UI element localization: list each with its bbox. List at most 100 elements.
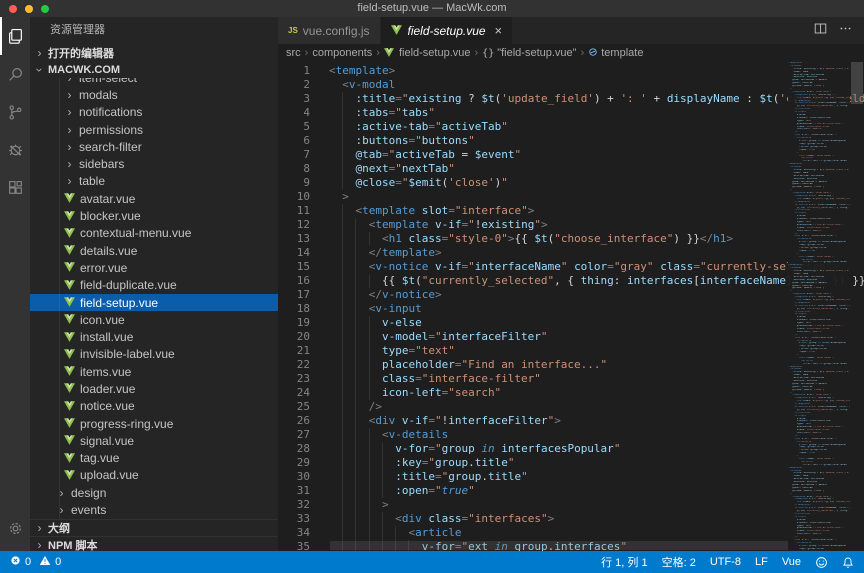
- tab-vue-config-js[interactable]: JS vue.config.js: [278, 17, 381, 44]
- minimize-window-button[interactable]: [25, 5, 33, 13]
- code-line[interactable]: 31:open="true": [278, 484, 864, 498]
- breadcrumb-src[interactable]: src: [286, 47, 301, 59]
- code-editor[interactable]: 1<template>2<v-modal3:title="existing ? …: [278, 62, 864, 551]
- code-line[interactable]: 27<v-details: [278, 428, 864, 442]
- tree-item-file[interactable]: invisible-label.vue: [30, 346, 278, 363]
- tree-item-folder[interactable]: ›modals: [30, 86, 278, 103]
- tree-item-folder[interactable]: ›search-filter: [30, 138, 278, 155]
- line-number: 25: [278, 400, 310, 414]
- section-npm-scripts[interactable]: › NPM 脚本: [30, 536, 278, 551]
- tree-item-file[interactable]: field-setup.vue: [30, 294, 278, 311]
- code-line[interactable]: 21type="text": [278, 344, 864, 358]
- breadcrumb-module[interactable]: {} "field-setup.vue": [482, 47, 576, 59]
- horizontal-scrollbar[interactable]: [330, 541, 788, 550]
- code-line[interactable]: 24icon-left="search": [278, 386, 864, 400]
- code-line[interactable]: 19v-else: [278, 316, 864, 330]
- more-actions-icon[interactable]: [839, 22, 852, 40]
- tree-item-file[interactable]: error.vue: [30, 259, 278, 276]
- code-line[interactable]: 22placeholder="Find an interface...": [278, 358, 864, 372]
- code-line[interactable]: 30:title="group.title": [278, 470, 864, 484]
- tree-item-folder[interactable]: ›design: [30, 484, 278, 501]
- code-line[interactable]: 29:key="group.title": [278, 456, 864, 470]
- code-line[interactable]: 9@close="$emit('close')": [278, 176, 864, 190]
- indentation-setting[interactable]: 空格: 2: [662, 554, 696, 570]
- section-project[interactable]: › MACWK.COM: [30, 61, 278, 78]
- split-editor-icon[interactable]: [814, 22, 827, 40]
- tree-item-file[interactable]: upload.vue: [30, 467, 278, 484]
- code-line[interactable]: 16{{ $t("currently_selected", { thing: i…: [278, 274, 864, 288]
- code-line[interactable]: 23class="interface-filter": [278, 372, 864, 386]
- code-line[interactable]: 32>: [278, 498, 864, 512]
- code-line[interactable]: 33<div class="interfaces">: [278, 512, 864, 526]
- settings-gear-icon[interactable]: [0, 509, 30, 547]
- code-line[interactable]: 10>: [278, 190, 864, 204]
- code-line[interactable]: 34<article: [278, 526, 864, 540]
- minimap[interactable]: <template><v-modal:title="existing ? $t(…: [788, 62, 850, 551]
- tree-item-file[interactable]: install.vue: [30, 328, 278, 345]
- eol-setting[interactable]: LF: [755, 556, 768, 568]
- cursor-position[interactable]: 行 1, 列 1: [601, 554, 647, 570]
- code-line[interactable]: 12<template v-if="!existing">: [278, 218, 864, 232]
- vertical-scrollbar[interactable]: [850, 62, 864, 551]
- search-icon[interactable]: [0, 55, 30, 93]
- explorer-icon[interactable]: [0, 17, 30, 55]
- encoding-setting[interactable]: UTF-8: [710, 556, 741, 568]
- tree-item-folder[interactable]: ›permissions: [30, 121, 278, 138]
- breadcrumb-components[interactable]: components: [312, 47, 372, 59]
- tree-item-file[interactable]: details.vue: [30, 242, 278, 259]
- code-line[interactable]: 14</template>: [278, 246, 864, 260]
- code-line[interactable]: 25/>: [278, 400, 864, 414]
- tree-item-folder[interactable]: ›table: [30, 173, 278, 190]
- tree-item-file[interactable]: avatar.vue: [30, 190, 278, 207]
- code-line[interactable]: 3:title="existing ? $t('update_field') +…: [278, 92, 864, 106]
- code-line[interactable]: 7@tab="activeTab = $event": [278, 148, 864, 162]
- code-line[interactable]: 13<h1 class="style-0">{{ $t("choose_inte…: [278, 232, 864, 246]
- window-title: field-setup.vue — MacWk.com: [0, 0, 864, 17]
- tree-item-file[interactable]: icon.vue: [30, 311, 278, 328]
- code-line[interactable]: 17</v-notice>: [278, 288, 864, 302]
- tree-item-file[interactable]: contextual-menu.vue: [30, 225, 278, 242]
- code-line[interactable]: 11<template slot="interface">: [278, 204, 864, 218]
- extensions-icon[interactable]: [0, 169, 30, 207]
- tree-item-label: field-setup.vue: [80, 296, 158, 310]
- source-control-icon[interactable]: [0, 93, 30, 131]
- tree-item-file[interactable]: progress-ring.vue: [30, 415, 278, 432]
- code-line[interactable]: 8@next="nextTab": [278, 162, 864, 176]
- tree-item-file[interactable]: blocker.vue: [30, 207, 278, 224]
- tree-item-folder[interactable]: ›notifications: [30, 104, 278, 121]
- code-line[interactable]: 2<v-modal: [278, 78, 864, 92]
- code-line[interactable]: 18<v-input: [278, 302, 864, 316]
- close-tab-icon[interactable]: ×: [495, 24, 503, 37]
- code-line[interactable]: 4:tabs="tabs": [278, 106, 864, 120]
- problems-indicator[interactable]: 0 0: [10, 555, 61, 569]
- debug-icon[interactable]: [0, 131, 30, 169]
- tree-item-file[interactable]: loader.vue: [30, 380, 278, 397]
- tree-item-file[interactable]: tag.vue: [30, 450, 278, 467]
- tree-item-file[interactable]: field-duplicate.vue: [30, 277, 278, 294]
- section-open-editors[interactable]: › 打开的编辑器: [30, 44, 278, 61]
- tree-item-folder[interactable]: ›item-select: [30, 78, 278, 86]
- code-line[interactable]: 6:buttons="buttons": [278, 134, 864, 148]
- code-line[interactable]: 26<div v-if="!interfaceFilter">: [278, 414, 864, 428]
- tree-item-file[interactable]: items.vue: [30, 363, 278, 380]
- code-line[interactable]: 20v-model="interfaceFilter": [278, 330, 864, 344]
- code-line[interactable]: 15<v-notice v-if="interfaceName" color="…: [278, 260, 864, 274]
- line-number: 8: [278, 162, 310, 176]
- code-line[interactable]: 28v-for="group in interfacesPopular": [278, 442, 864, 456]
- breadcrumb-template-symbol[interactable]: template: [588, 47, 643, 60]
- close-window-button[interactable]: [9, 5, 17, 13]
- tree-item-file[interactable]: notice.vue: [30, 398, 278, 415]
- section-outline[interactable]: › 大纲: [30, 519, 278, 536]
- tree-item-folder[interactable]: ›events: [30, 501, 278, 518]
- zoom-window-button[interactable]: [41, 5, 49, 13]
- scrollbar-thumb[interactable]: [851, 62, 863, 104]
- notifications-bell-icon[interactable]: [842, 556, 854, 569]
- tree-item-folder[interactable]: ›sidebars: [30, 155, 278, 172]
- feedback-smiley-icon[interactable]: [815, 556, 828, 569]
- tree-item-file[interactable]: signal.vue: [30, 432, 278, 449]
- tab-field-setup-vue[interactable]: field-setup.vue ×: [381, 17, 514, 44]
- code-line[interactable]: 1<template>: [278, 64, 864, 78]
- breadcrumb-file[interactable]: field-setup.vue: [384, 47, 471, 59]
- language-mode[interactable]: Vue: [782, 556, 801, 568]
- code-line[interactable]: 5:active-tab="activeTab": [278, 120, 864, 134]
